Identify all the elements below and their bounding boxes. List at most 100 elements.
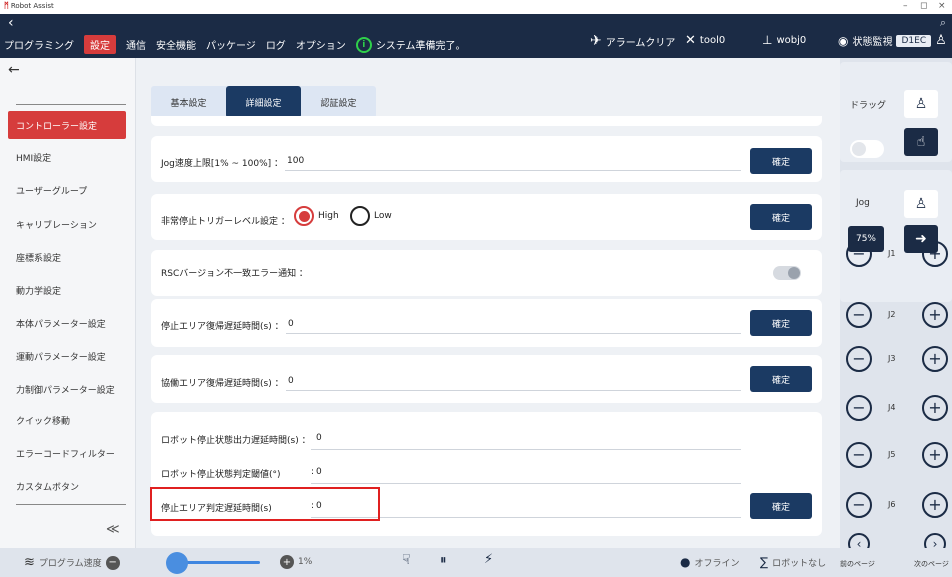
j4-plus-icon[interactable]: +: [922, 395, 948, 421]
wifi-icon: ≋: [24, 555, 35, 570]
jog-speed-confirm-button[interactable]: 確定: [750, 148, 812, 174]
menu-settings[interactable]: 設定: [84, 35, 116, 54]
info-icon: i: [355, 36, 372, 53]
j5-plus-icon[interactable]: +: [922, 442, 948, 468]
stop-area-return-card: 停止エリア復帰遅延時間(s) ： 0 確定: [151, 299, 822, 347]
run-icon[interactable]: ⚡: [484, 552, 493, 567]
jog-speed-input[interactable]: 100: [287, 156, 304, 166]
coop-area-return-confirm-button[interactable]: 確定: [750, 366, 812, 392]
joint-row-j2: − J2 +: [840, 302, 952, 330]
menu-programming[interactable]: プログラミング: [4, 37, 74, 52]
sidebar-item-custom-button[interactable]: カスタムボタン: [8, 472, 126, 500]
alarm-clear-button[interactable]: ✈ アラームクリア: [590, 33, 675, 49]
sidebar-item-force-params[interactable]: 力制御パラメーター設定: [8, 375, 126, 403]
pause-icon[interactable]: ⏸: [440, 553, 447, 568]
back-arrow-icon[interactable]: ←: [8, 62, 20, 78]
j4-minus-icon[interactable]: −: [846, 395, 872, 421]
sidebar-item-controller[interactable]: コントローラー設定: [8, 111, 126, 139]
tab-basic[interactable]: 基本設定: [151, 86, 226, 118]
program-speed-slider-handle[interactable]: [166, 552, 188, 574]
wobj-selector[interactable]: ⊥ wobj0: [762, 33, 806, 47]
tool-selector[interactable]: ✕ tool0: [685, 33, 725, 48]
j5-minus-icon[interactable]: −: [846, 442, 872, 468]
jog-panel: ドラッグ ♙ ☝ Jog ♙ 75% ➜ − J1 + − J2 + − J3 …: [840, 58, 952, 555]
joint-row-j1: − J1 +: [840, 241, 952, 269]
coop-area-return-input[interactable]: 0: [288, 376, 294, 386]
eye-icon: ◉: [838, 33, 849, 48]
back-arrow-icon[interactable]: ‹: [8, 15, 14, 31]
maximize-button[interactable]: ◻: [920, 1, 927, 11]
j2-plus-icon[interactable]: +: [922, 302, 948, 328]
j6-plus-icon[interactable]: +: [922, 492, 948, 518]
drag-label: ドラッグ: [850, 101, 887, 111]
input-underline: [286, 333, 741, 334]
menu-package[interactable]: パッケージ: [206, 37, 256, 52]
drag-robot-icon[interactable]: ♙: [904, 90, 938, 118]
menu-options[interactable]: オプション: [296, 37, 346, 52]
menu-communication[interactable]: 通信: [126, 37, 146, 52]
tool-icon: ✕: [685, 33, 696, 48]
joint-row-j5: − J5 +: [840, 442, 952, 470]
j6-minus-icon[interactable]: −: [846, 492, 872, 518]
menu-log[interactable]: ログ: [266, 37, 286, 52]
j3-plus-icon[interactable]: +: [922, 346, 948, 372]
online-status: ● オフライン: [680, 555, 740, 569]
hand-guide-icon[interactable]: ☝: [904, 128, 938, 156]
wifi-status: ≋ プログラム速度 −: [24, 555, 120, 570]
next-page-label[interactable]: 次のページ: [914, 559, 949, 569]
jog-speed-label: Jog速度上限[1% ~ 100%] ：: [161, 159, 284, 169]
sidebar-item-body-params[interactable]: 本体パラメーター設定: [8, 309, 126, 337]
robot-stop-judge-label: ロボット停止状態判定閾値(°): [161, 470, 281, 480]
rsc-version-card: RSCバージョン不一致エラー通知 ：: [151, 250, 822, 296]
collapse-sidebar-icon[interactable]: ≪: [106, 522, 120, 537]
tab-auth[interactable]: 認証設定: [301, 86, 376, 118]
sidebar-item-hmi[interactable]: HMI設定: [8, 143, 126, 171]
app-title: ᛗ Robot Assist: [4, 1, 54, 10]
search-icon[interactable]: ⌕: [940, 16, 946, 30]
jog-robot-icon[interactable]: ♙: [904, 190, 938, 218]
j2-minus-icon[interactable]: −: [846, 302, 872, 328]
robot-stop-output-input[interactable]: 0: [316, 433, 322, 443]
prev-page-label[interactable]: 前のページ: [840, 559, 875, 569]
robot-stop-confirm-button[interactable]: 確定: [750, 493, 812, 519]
status-monitor-button[interactable]: ◉ 状態監視 D1EC ♙: [838, 33, 947, 48]
stop-area-return-input[interactable]: 0: [288, 319, 294, 329]
settings-tabs: 基本設定 詳細設定 認証設定: [151, 86, 376, 118]
speed-decrease-icon[interactable]: −: [105, 555, 120, 570]
robot-stop-output-label: ロボット停止状態出力遅延時間(s) ：: [161, 436, 311, 446]
tab-advanced[interactable]: 詳細設定: [226, 86, 301, 118]
close-button[interactable]: ×: [938, 1, 946, 11]
divider: [16, 504, 126, 505]
minimize-button[interactable]: –: [903, 1, 908, 11]
sidebar-item-calibration[interactable]: キャリブレーション: [8, 210, 126, 238]
robot-stop-judge-input[interactable]: 0: [316, 467, 322, 477]
drag-toggle[interactable]: [850, 140, 884, 158]
speed-value-group: + 1%: [280, 555, 312, 569]
sidebar-item-motion-params[interactable]: 運動パラメーター設定: [8, 342, 126, 370]
main-menu: プログラミング 設定 通信 安全機能 パッケージ ログ オプション i システム…: [4, 35, 466, 54]
sidebar-item-quick-move[interactable]: クイック移動: [8, 406, 126, 434]
step-icon[interactable]: ☟: [402, 552, 411, 568]
sidebar-item-user-group[interactable]: ユーザーグループ: [8, 176, 126, 204]
settings-sidebar: ← コントローラー設定 HMI設定 ユーザーグループ キャリブレーション 座標系…: [0, 58, 136, 548]
stop-area-return-confirm-button[interactable]: 確定: [750, 310, 812, 336]
alarm-clear-icon: ✈: [590, 33, 602, 49]
estop-high-radio[interactable]: High: [294, 206, 339, 226]
speed-increase-icon[interactable]: +: [280, 555, 294, 569]
robot-status-icon: ∑: [760, 555, 769, 569]
j1-plus-icon[interactable]: +: [922, 241, 948, 267]
sidebar-item-error-filter[interactable]: エラーコードフィルター: [8, 439, 126, 467]
radio-unselected-icon: [350, 206, 370, 226]
sidebar-item-coordinate[interactable]: 座標系設定: [8, 243, 126, 271]
estop-trigger-card: 非常停止トリガーレベル設定 ： High Low 確定: [151, 194, 822, 240]
j3-minus-icon[interactable]: −: [846, 346, 872, 372]
joint-row-j4: − J4 +: [840, 395, 952, 423]
rsc-version-toggle[interactable]: [773, 266, 801, 280]
card-top-edge: [151, 116, 822, 126]
menu-safety[interactable]: 安全機能: [156, 37, 196, 52]
estop-confirm-button[interactable]: 確定: [750, 204, 812, 230]
sidebar-item-dynamics[interactable]: 動力学設定: [8, 276, 126, 304]
estop-low-radio[interactable]: Low: [350, 206, 392, 226]
j1-minus-icon[interactable]: −: [846, 241, 872, 267]
input-underline: [311, 483, 741, 484]
